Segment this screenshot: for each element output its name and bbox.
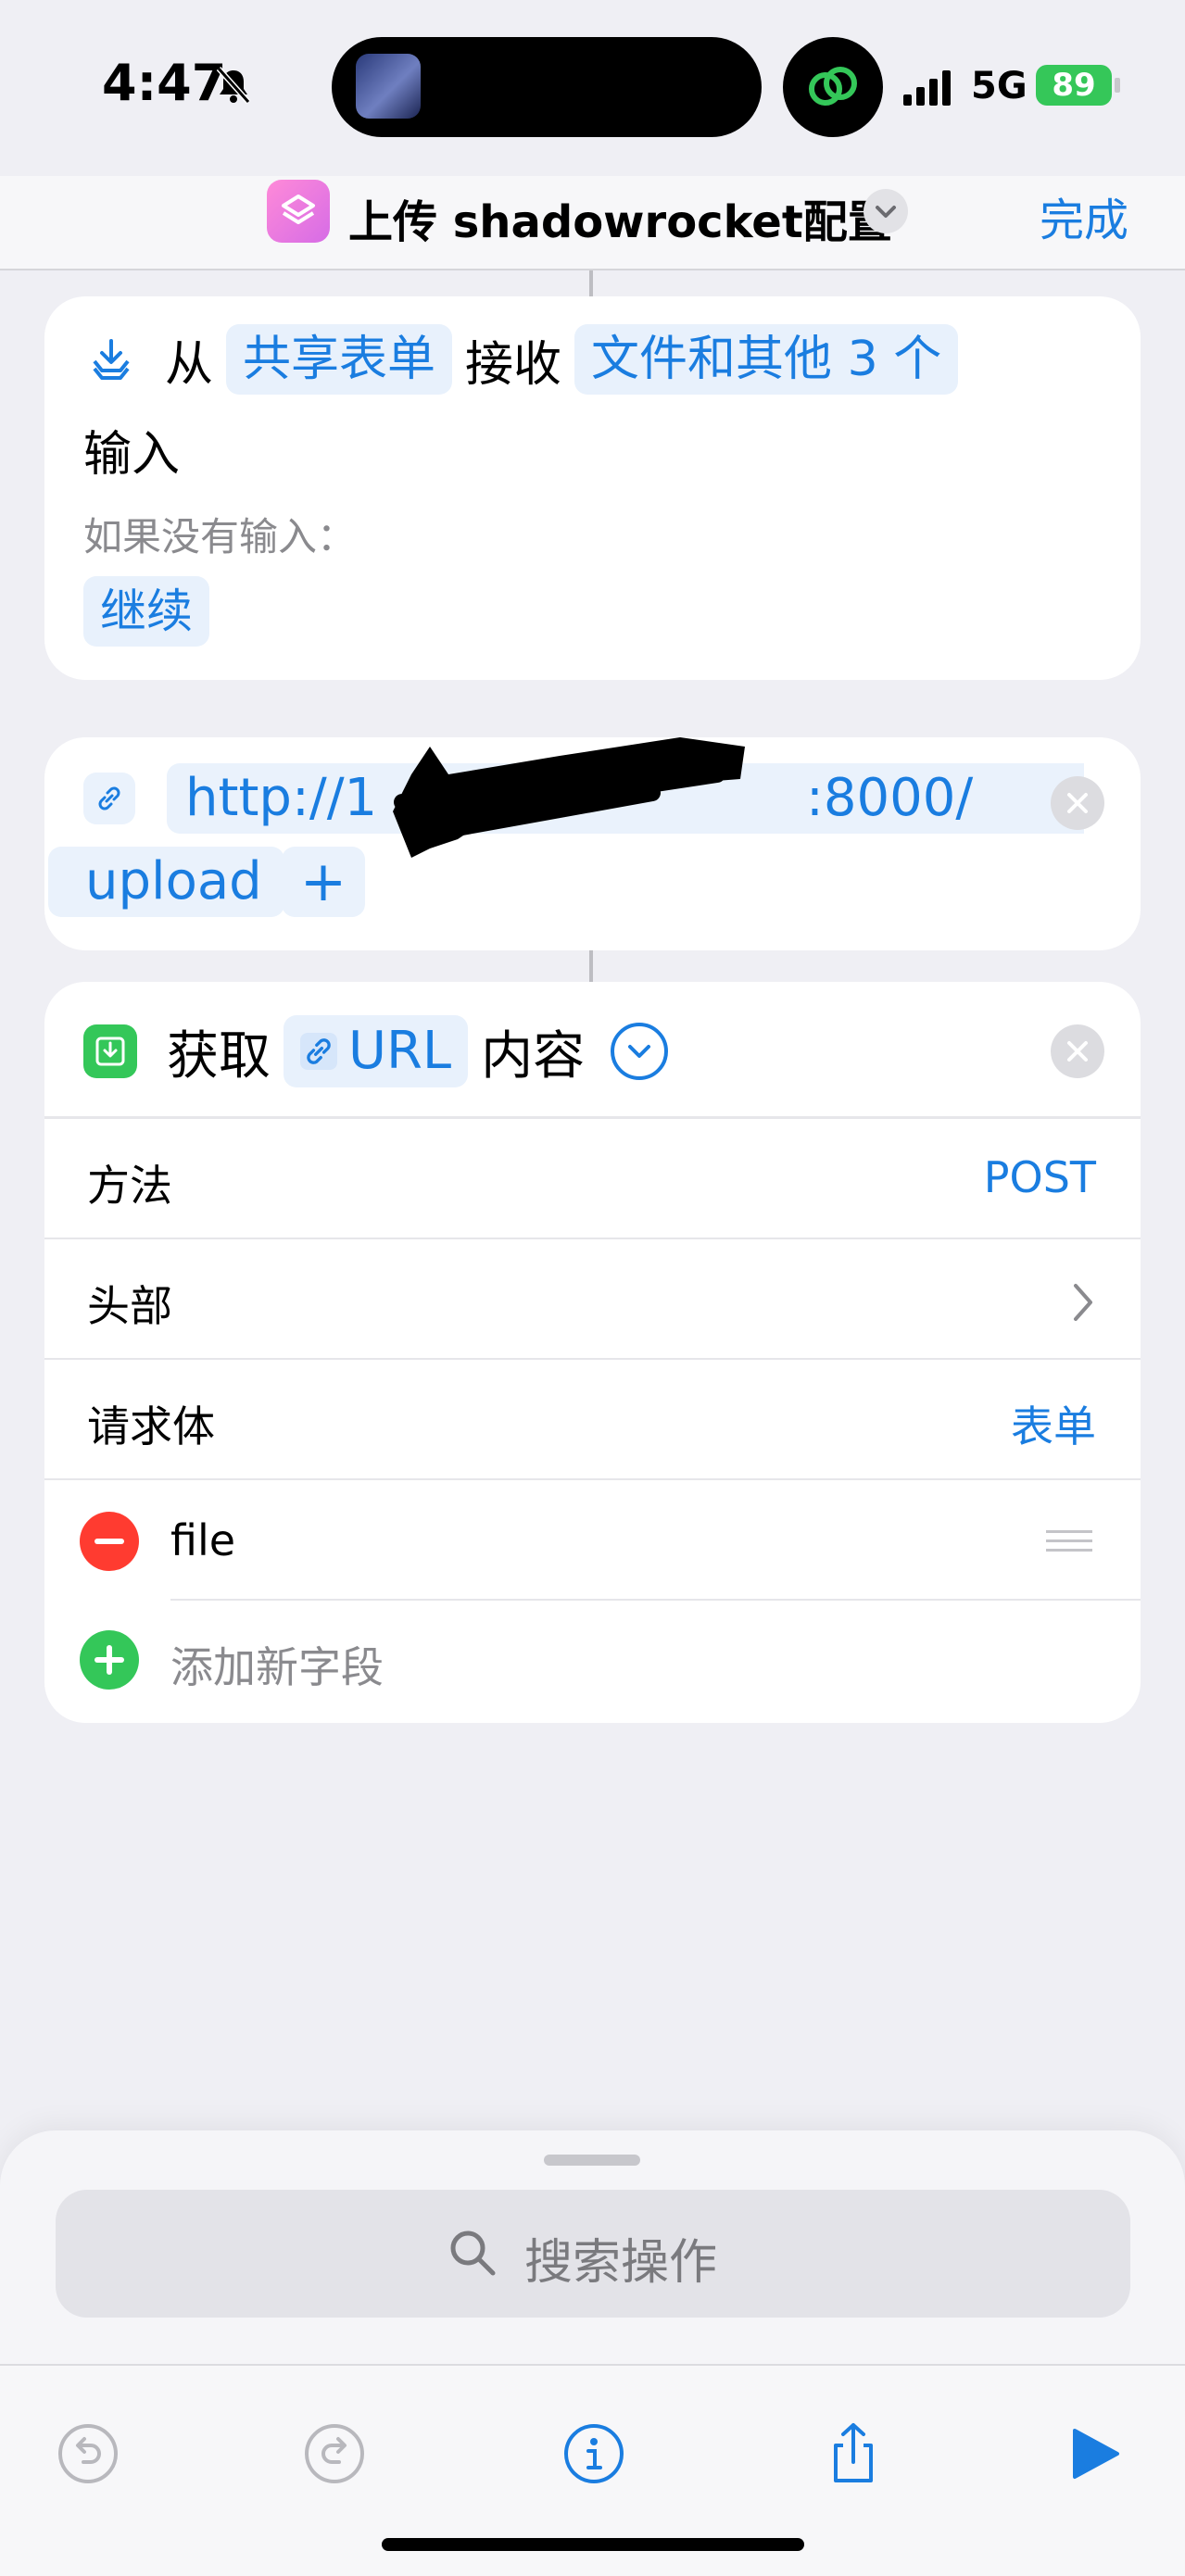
receive-tray-icon <box>93 339 130 380</box>
navigation-bar: 上传 shadowrocket配置 完成 <box>0 176 1185 270</box>
input-types-chip[interactable]: 文件和其他 3 个 <box>574 324 959 395</box>
sheet-grabber[interactable] <box>544 2155 640 2166</box>
add-field-label[interactable]: 添加新字段 <box>170 1634 384 1695</box>
link-activity-icon[interactable] <box>783 37 883 137</box>
url-action[interactable]: http://1 :8000/ upload + <box>44 737 1141 950</box>
bell-slash-icon <box>216 67 251 104</box>
expand-chevron-icon[interactable] <box>611 1023 669 1080</box>
remove-action-icon[interactable] <box>1051 1024 1104 1078</box>
dynamic-island[interactable] <box>332 37 762 137</box>
headers-label: 头部 <box>87 1281 172 1331</box>
redo-icon[interactable] <box>302 2421 367 2486</box>
field-key[interactable]: file <box>170 1515 235 1565</box>
no-input-hint: 如果没有输入： <box>83 514 357 559</box>
link-variable-icon <box>300 1033 337 1070</box>
receive-input-action[interactable]: 从 共享表单 接收 文件和其他 3 个 输入 如果没有输入： 继续 <box>44 296 1141 680</box>
chevron-right-icon <box>1074 1284 1092 1321</box>
share-icon[interactable] <box>821 2421 886 2486</box>
search-placeholder: 搜索操作 <box>524 2235 718 2291</box>
info-icon[interactable] <box>561 2421 626 2486</box>
search-actions-field[interactable]: 搜索操作 <box>56 2190 1130 2318</box>
form-field-row[interactable]: file <box>44 1482 1141 1601</box>
method-row[interactable]: 方法 POST <box>44 1121 1141 1239</box>
body-value[interactable]: 表单 <box>1011 1393 1096 1454</box>
url-variable-chip[interactable]: URL <box>284 1015 469 1087</box>
action-title: 获取 URL 内容 <box>167 1015 669 1087</box>
receive-label: 接收 <box>465 336 562 393</box>
flow-connector <box>589 270 593 296</box>
method-label: 方法 <box>87 1161 172 1211</box>
battery-indicator: 89 <box>1036 65 1112 106</box>
get-url-contents-action[interactable]: 获取 URL 内容 方法 POST 头部 请求体 表单 file 添加新字段 <box>44 982 1141 1723</box>
method-value[interactable]: POST <box>984 1152 1096 1202</box>
status-bar: 4:47 5G 89 <box>0 0 1185 176</box>
title-menu-chevron-icon[interactable] <box>864 189 908 233</box>
add-field-icon[interactable] <box>80 1630 139 1690</box>
download-icon <box>83 1024 137 1078</box>
remove-action-icon[interactable] <box>1051 776 1104 830</box>
clock: 4:47 <box>102 54 227 112</box>
input-label: 输入 <box>83 427 181 483</box>
add-variable-button[interactable]: + <box>282 847 365 917</box>
battery-cap <box>1115 78 1120 93</box>
action-header: 获取 URL 内容 <box>44 982 1141 1119</box>
add-field-row[interactable]: 添加新字段 <box>44 1601 1141 1719</box>
source-chip[interactable]: 共享表单 <box>226 324 453 395</box>
redaction-scribble <box>393 737 745 858</box>
shortcut-editor: 4:47 5G 89 上传 shadowrocket配置 完成 从 共享表单 接… <box>0 0 1185 2576</box>
run-play-icon[interactable] <box>1062 2421 1127 2486</box>
undo-icon[interactable] <box>56 2421 120 2486</box>
headers-row[interactable]: 头部 <box>44 1241 1141 1360</box>
from-label: 从 <box>165 336 214 393</box>
home-indicator[interactable] <box>382 2538 804 2551</box>
contents-label: 内容 <box>481 1025 586 1087</box>
url-variable-label: URL <box>348 1021 452 1081</box>
actions-sheet[interactable]: 搜索操作 <box>0 2130 1185 2576</box>
receive-sentence: 从 共享表单 接收 文件和其他 3 个 <box>85 324 971 395</box>
cellular-signal-icon <box>903 70 951 106</box>
remove-field-icon[interactable] <box>80 1512 139 1571</box>
now-playing-artwork[interactable] <box>356 54 421 119</box>
get-label: 获取 <box>167 1025 271 1087</box>
search-icon <box>450 2230 496 2276</box>
reorder-handle-icon[interactable] <box>1046 1530 1092 1558</box>
body-row[interactable]: 请求体 表单 <box>44 1362 1141 1480</box>
flow-connector <box>589 950 593 982</box>
fallback-chip[interactable]: 继续 <box>83 576 209 647</box>
done-button[interactable]: 完成 <box>1040 183 1128 248</box>
shortcut-title[interactable]: 上传 shadowrocket配置 <box>348 185 892 250</box>
network-type: 5G <box>971 65 1027 107</box>
url-text-line2[interactable]: upload <box>48 847 284 917</box>
body-label: 请求体 <box>87 1401 215 1451</box>
shortcuts-app-icon[interactable] <box>267 180 330 243</box>
link-icon <box>83 773 135 824</box>
